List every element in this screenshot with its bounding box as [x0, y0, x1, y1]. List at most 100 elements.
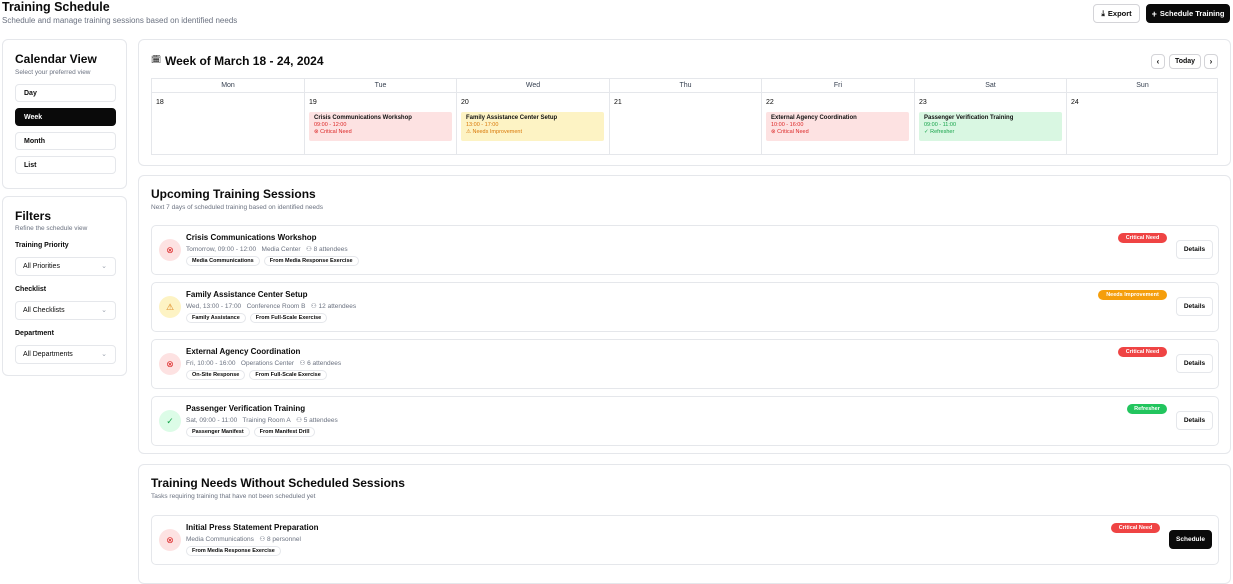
status-badge: Critical Need — [1118, 233, 1167, 243]
tag: Passenger Manifest — [186, 427, 250, 437]
session-item[interactable]: ⊗ Crisis Communications Workshop Tomorro… — [151, 225, 1219, 275]
day-number: 24 — [1071, 99, 1079, 106]
view-week-button[interactable]: Week — [15, 108, 116, 126]
checklist-select[interactable]: All Checklists ⌄ — [15, 301, 116, 320]
details-button[interactable]: Details — [1176, 240, 1213, 259]
status-badge: Needs Improvement — [1098, 290, 1167, 300]
day-number: 20 — [461, 99, 469, 106]
session-title: Passenger Verification Training — [186, 404, 306, 413]
priority-select[interactable]: All Priorities ⌄ — [15, 257, 116, 276]
details-button[interactable]: Details — [1176, 354, 1213, 373]
x-circle-icon: ⊗ — [159, 353, 181, 375]
export-label: Export — [1107, 9, 1132, 18]
session-meta: Tomorrow, 09:00 - 12:00 Media Center ⚇ 8… — [186, 246, 348, 253]
priority-label: Training Priority — [15, 242, 69, 249]
next-week-button[interactable]: › — [1204, 54, 1218, 69]
x-circle-icon: ⊗ — [314, 129, 319, 135]
calendar-event[interactable]: Crisis Communications Workshop 09:00 - 1… — [309, 112, 452, 141]
day-header-wed: Wed — [457, 79, 610, 93]
session-tags: Passenger Manifest From Manifest Drill — [186, 427, 316, 437]
day-cell-sat[interactable]: 23 Passenger Verification Training 09:00… — [915, 93, 1067, 155]
chevron-down-icon: ⌄ — [101, 351, 107, 358]
chevron-left-icon: ‹ — [1156, 57, 1160, 66]
schedule-training-label: Schedule Training — [1159, 9, 1225, 18]
day-header-sun: Sun — [1067, 79, 1218, 93]
day-cell-sun[interactable]: 24 — [1067, 93, 1218, 155]
day-number: 22 — [766, 99, 774, 106]
download-icon: ⤓ — [1101, 8, 1105, 18]
view-list-button[interactable]: List — [15, 156, 116, 174]
unscheduled-item[interactable]: ⊗ Initial Press Statement Preparation Me… — [151, 515, 1219, 565]
session-tags: Family Assistance From Full-Scale Exerci… — [186, 313, 328, 323]
calendar-view-title: Calendar View — [15, 52, 97, 66]
status-badge: Refresher — [1127, 404, 1167, 414]
check-circle-icon: ✓ — [924, 129, 929, 135]
users-icon: ⚇ — [305, 246, 312, 253]
session-tags: On-Site Response From Full-Scale Exercis… — [186, 370, 327, 380]
event-tag: ⊗ Critical Need — [314, 129, 352, 135]
session-item[interactable]: ⊗ External Agency Coordination Fri, 10:0… — [151, 339, 1219, 389]
day-cell-tue[interactable]: 19 Crisis Communications Workshop 09:00 … — [305, 93, 457, 155]
day-header-fri: Fri — [762, 79, 915, 93]
event-title: Family Assistance Center Setup — [466, 115, 558, 121]
users-icon: ⚇ — [259, 536, 266, 543]
day-number: 19 — [309, 99, 317, 106]
details-button[interactable]: Details — [1176, 411, 1213, 430]
users-icon: ⚇ — [299, 360, 306, 367]
day-header-sat: Sat — [915, 79, 1067, 93]
tag: From Full-Scale Exercise — [249, 313, 328, 323]
tag: Media Communications — [186, 256, 260, 266]
calendar-event[interactable]: Family Assistance Center Setup 13:00 - 1… — [461, 112, 604, 141]
day-header-mon: Mon — [152, 79, 305, 93]
view-month-button[interactable]: Month — [15, 132, 116, 150]
week-grid: Mon Tue Wed Thu Fri Sat Sun 18 19 Crisis… — [151, 78, 1218, 155]
chevron-right-icon: › — [1209, 57, 1213, 66]
unscheduled-title: Training Needs Without Scheduled Session… — [151, 476, 405, 490]
session-title: Family Assistance Center Setup — [186, 290, 308, 299]
tag: On-Site Response — [186, 370, 246, 380]
schedule-button[interactable]: Schedule — [1169, 530, 1212, 549]
checklist-select-value: All Checklists — [23, 307, 65, 314]
calendar-view-card: Calendar View Select your preferred view… — [2, 39, 127, 189]
day-number: 18 — [156, 99, 164, 106]
check-circle-icon: ✓ — [159, 410, 181, 432]
event-tag: ⊗ Critical Need — [771, 129, 809, 135]
prev-week-button[interactable]: ‹ — [1151, 54, 1165, 69]
details-button[interactable]: Details — [1176, 297, 1213, 316]
tag: Family Assistance — [186, 313, 246, 323]
checklist-label: Checklist — [15, 286, 47, 293]
calendar-event[interactable]: Passenger Verification Training 09:00 - … — [919, 112, 1062, 141]
session-item[interactable]: ✓ Passenger Verification Training Sat, 0… — [151, 396, 1219, 446]
day-cell-thu[interactable]: 21 — [610, 93, 762, 155]
status-badge: Critical Need — [1118, 347, 1167, 357]
plus-icon: + — [1151, 8, 1157, 19]
session-item[interactable]: ⚠ Family Assistance Center Setup Wed, 13… — [151, 282, 1219, 332]
event-tag: ⚠ Needs Improvement — [466, 129, 522, 135]
schedule-training-button[interactable]: + Schedule Training — [1146, 4, 1230, 23]
session-meta: Fri, 10:00 - 16:00 Operations Center ⚇ 6… — [186, 360, 342, 367]
event-time: 09:00 - 11:00 — [924, 122, 957, 128]
need-title: Initial Press Statement Preparation — [186, 523, 319, 532]
day-header-tue: Tue — [305, 79, 457, 93]
session-title: External Agency Coordination — [186, 347, 301, 356]
filters-title: Filters — [15, 209, 52, 223]
day-cell-mon[interactable]: 18 — [152, 93, 305, 155]
today-button[interactable]: Today — [1169, 54, 1201, 69]
export-button[interactable]: ⤓ Export — [1093, 4, 1140, 23]
event-title: Crisis Communications Workshop — [314, 115, 412, 121]
calendar-event[interactable]: External Agency Coordination 10:00 - 16:… — [766, 112, 909, 141]
department-select[interactable]: All Departments ⌄ — [15, 345, 116, 364]
x-circle-icon: ⊗ — [159, 239, 181, 261]
tag: From Media Response Exercise — [186, 546, 281, 556]
view-day-button[interactable]: Day — [15, 84, 116, 102]
day-header-thu: Thu — [610, 79, 762, 93]
day-cell-fri[interactable]: 22 External Agency Coordination 10:00 - … — [762, 93, 915, 155]
users-icon: ⚇ — [296, 417, 302, 424]
day-cell-wed[interactable]: 20 Family Assistance Center Setup 13:00 … — [457, 93, 610, 155]
tag: From Full-Scale Exercise — [249, 370, 327, 380]
event-title: External Agency Coordination — [771, 115, 857, 121]
need-tags: From Media Response Exercise — [186, 546, 281, 556]
session-title: Crisis Communications Workshop — [186, 233, 317, 242]
chevron-down-icon: ⌄ — [101, 307, 107, 314]
week-calendar-card: 🗓 Week of March 18 - 24, 2024 ‹ Today › … — [138, 39, 1231, 166]
